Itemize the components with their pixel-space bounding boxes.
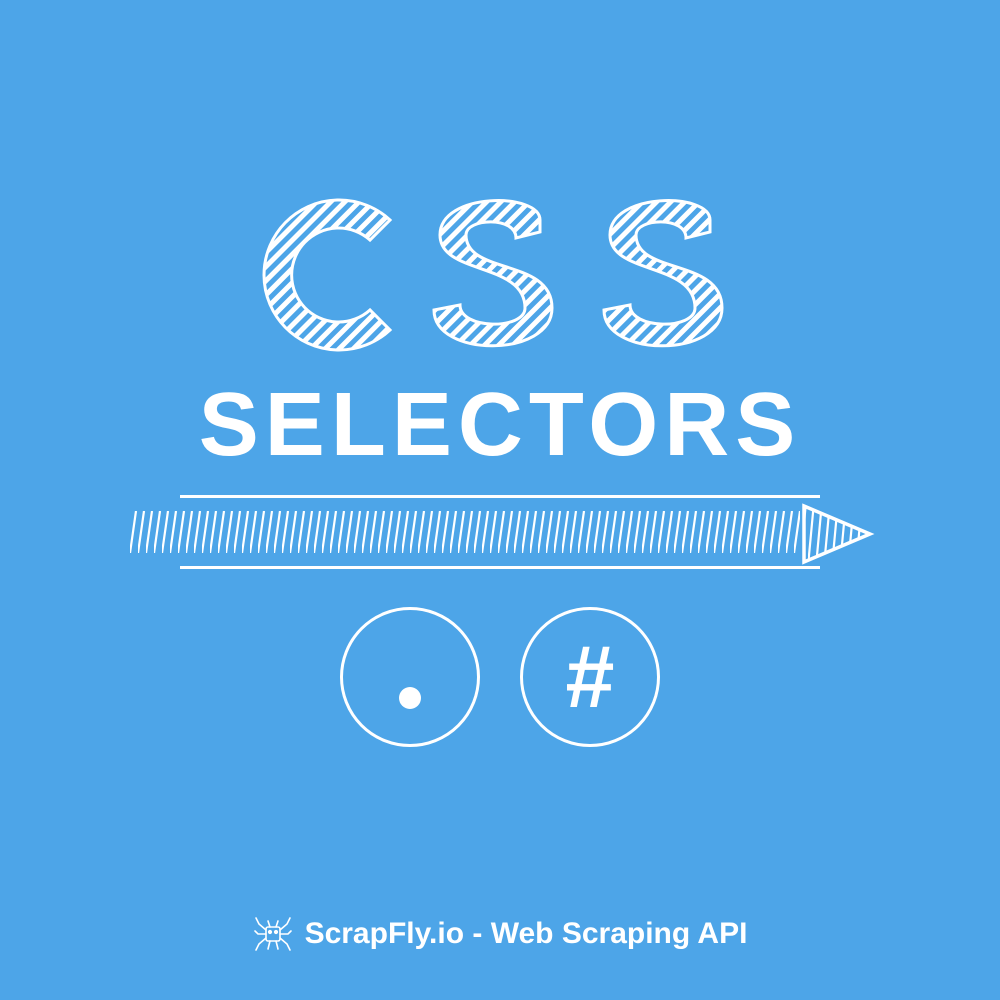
id-selector-circle: #	[520, 607, 660, 747]
class-selector-circle	[340, 607, 480, 747]
footer: ScrapFly.io - Web Scraping API	[0, 914, 1000, 954]
hash-icon: #	[566, 633, 615, 721]
arrow-stripes	[130, 511, 800, 553]
spider-icon	[253, 914, 293, 954]
dot-icon	[399, 687, 421, 709]
arrow-graphic	[130, 495, 870, 569]
arrow-line-top	[180, 495, 820, 498]
arrow-head-icon	[800, 502, 876, 566]
css-glyphs	[250, 180, 750, 370]
css-title	[250, 180, 750, 370]
selector-symbols: #	[340, 607, 660, 747]
arrow-line-bottom	[180, 566, 820, 569]
main-content: SELECTORS	[0, 180, 1000, 747]
footer-text: ScrapFly.io - Web Scraping API	[305, 917, 748, 951]
arrow-shaft	[130, 506, 870, 558]
selectors-title: SELECTORS	[199, 374, 801, 477]
